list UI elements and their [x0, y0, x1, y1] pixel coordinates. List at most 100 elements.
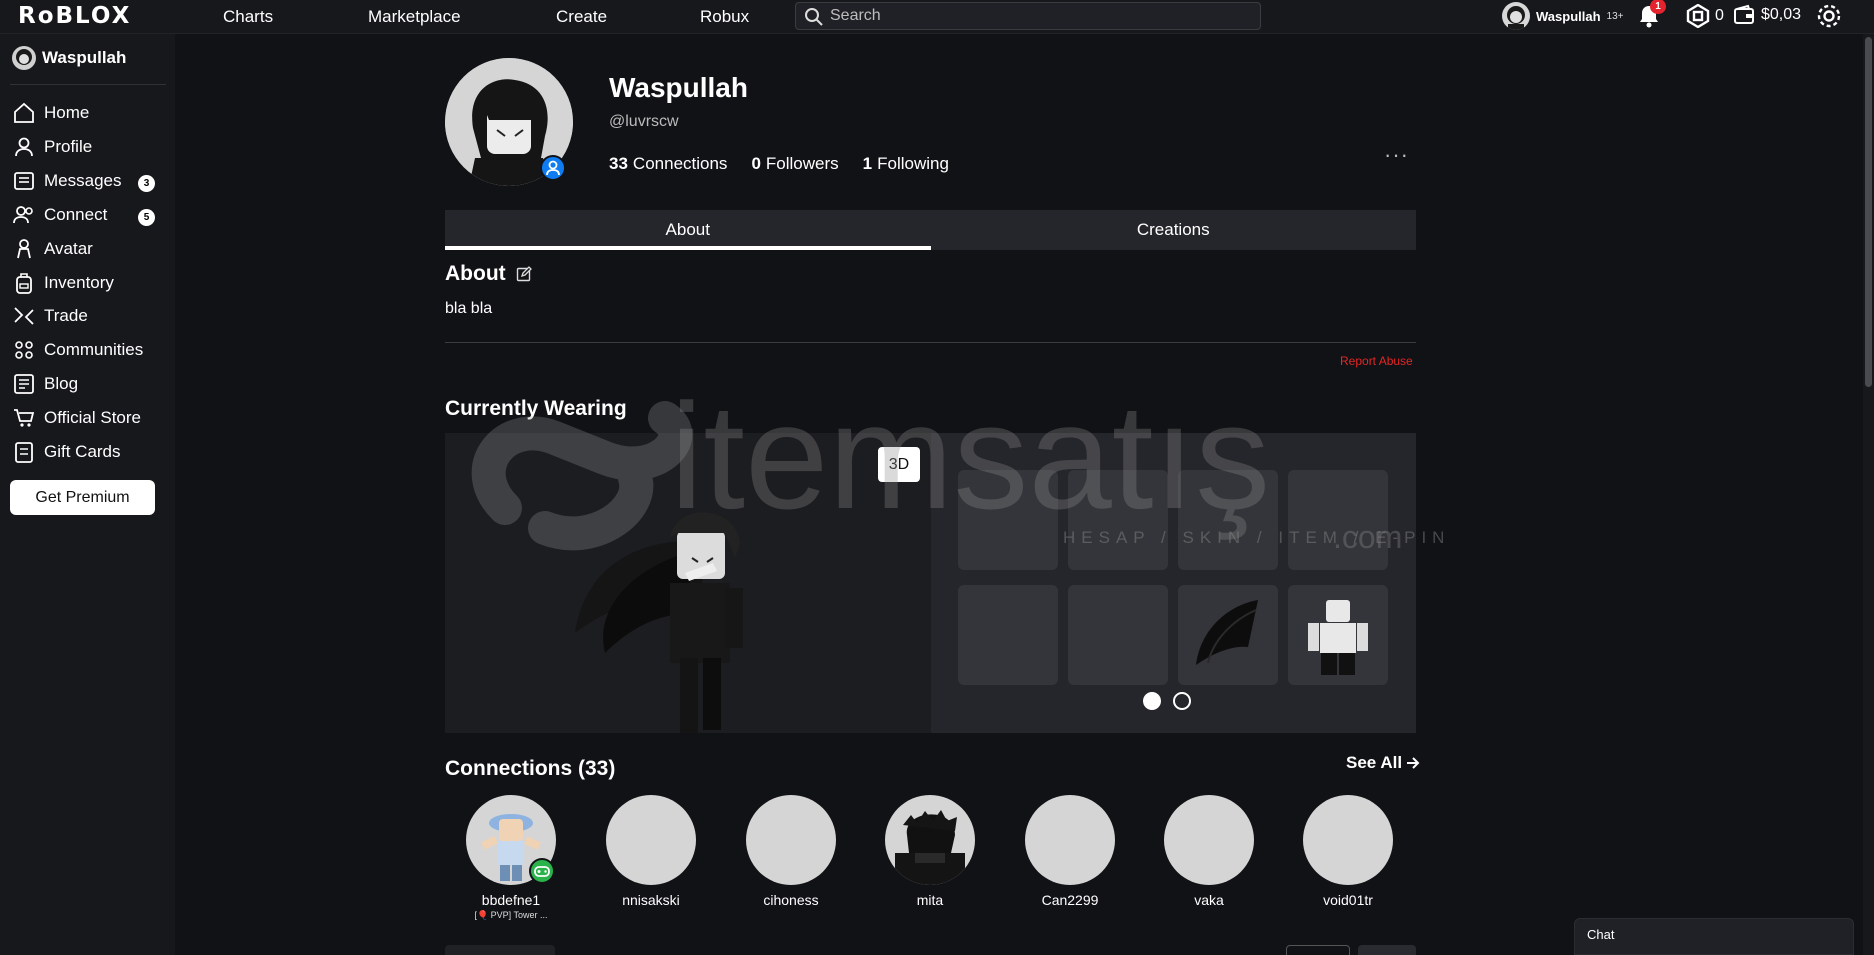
- store-icon: [14, 409, 35, 427]
- page-scrollbar[interactable]: [1863, 34, 1874, 955]
- sidebar-item-gift-cards[interactable]: Gift Cards: [12, 439, 121, 465]
- avatar[interactable]: [1164, 795, 1254, 885]
- edit-icon[interactable]: [516, 266, 532, 282]
- gift-card-icon: [15, 442, 33, 463]
- search-icon: [805, 8, 823, 26]
- tab-about[interactable]: About: [445, 210, 931, 250]
- divider: [445, 342, 1416, 343]
- currently-wearing-heading: Currently Wearing: [445, 397, 627, 420]
- robux-balance[interactable]: 0: [1686, 4, 1724, 28]
- sidebar-item-connect[interactable]: Connect: [12, 202, 107, 228]
- nav-robux[interactable]: Robux: [700, 7, 749, 27]
- followers-stat[interactable]: 0 Followers: [751, 154, 838, 174]
- sidebar-item-avatar[interactable]: Avatar: [12, 236, 93, 262]
- nav-charts[interactable]: Charts: [223, 7, 273, 27]
- connection-item[interactable]: mita: [870, 795, 990, 908]
- avatar[interactable]: [1303, 795, 1393, 885]
- worn-item-slot[interactable]: [958, 470, 1058, 570]
- get-premium-button[interactable]: Get Premium: [10, 480, 155, 515]
- avatar[interactable]: [746, 795, 836, 885]
- sidebar-item-label: Inventory: [44, 273, 114, 292]
- sidebar-item-communities[interactable]: Communities: [12, 337, 143, 363]
- wallet-balance[interactable]: $0,03: [1733, 4, 1801, 26]
- profile-tabs: About Creations: [445, 210, 1416, 250]
- connect-count-badge: 5: [138, 209, 155, 226]
- topbar-user[interactable]: Waspullah 13+: [1502, 1, 1624, 31]
- profile-stats: 33 Connections 0 Followers 1 Following: [609, 154, 949, 174]
- connect-icon: [13, 206, 33, 224]
- home-icon: [14, 102, 34, 123]
- sidebar-item-inventory[interactable]: Inventory: [12, 270, 114, 296]
- next-section-button-partial[interactable]: [1286, 945, 1350, 955]
- toggle-3d-button[interactable]: 3D: [878, 447, 920, 482]
- report-abuse-link[interactable]: Report Abuse: [1340, 354, 1413, 368]
- about-description: bla bla: [445, 300, 493, 317]
- more-options-button[interactable]: ···: [1384, 142, 1409, 168]
- worn-item-slot[interactable]: [1068, 585, 1168, 685]
- connection-activity[interactable]: [🎈 PVP] Tower ...: [451, 910, 571, 921]
- sidebar-item-messages[interactable]: Messages: [12, 168, 121, 194]
- next-section-button-partial[interactable]: [1358, 945, 1416, 955]
- messages-icon: [14, 172, 34, 190]
- avatar-icon: [17, 239, 31, 259]
- sidebar-item-home[interactable]: Home: [12, 100, 89, 126]
- chat-panel[interactable]: Chat: [1574, 918, 1854, 955]
- avatar[interactable]: [885, 795, 975, 885]
- sidebar-item-label: Profile: [44, 137, 93, 156]
- notification-badge: 1: [1650, 0, 1666, 14]
- nav-create[interactable]: Create: [556, 7, 607, 27]
- connection-name: nnisakski: [622, 892, 680, 908]
- connection-item[interactable]: void01tr: [1288, 795, 1408, 908]
- worn-item-body[interactable]: [1288, 585, 1388, 685]
- chat-label: Chat: [1587, 927, 1615, 942]
- connection-item[interactable]: Can2299: [1010, 795, 1130, 908]
- tab-creations[interactable]: Creations: [931, 210, 1417, 250]
- connection-name: cihoness: [763, 892, 819, 908]
- avatar[interactable]: [606, 795, 696, 885]
- worn-items-grid: [931, 433, 1416, 733]
- avatar[interactable]: [12, 46, 36, 70]
- see-all-link[interactable]: See All: [1346, 753, 1420, 773]
- sidebar-item-label: Avatar: [44, 239, 93, 258]
- search-box[interactable]: [795, 2, 1261, 30]
- avatar-3d-view[interactable]: [445, 433, 931, 733]
- sidebar: Waspullah Home Profile Messages 3 Connec…: [0, 34, 175, 955]
- sidebar-item-label: Communities: [44, 340, 144, 359]
- worn-item-slot[interactable]: [958, 585, 1058, 685]
- scroll-thumb[interactable]: [1865, 37, 1872, 387]
- currently-wearing-panel: 3D: [445, 433, 1416, 733]
- connection-item[interactable]: bbdefne1 [🎈 PVP] Tower ...: [451, 795, 571, 921]
- connection-item[interactable]: vaka: [1149, 795, 1269, 908]
- carousel-dot-active[interactable]: [1143, 692, 1161, 710]
- nav-marketplace[interactable]: Marketplace: [368, 7, 461, 27]
- blog-icon: [14, 374, 34, 394]
- avatar[interactable]: [1025, 795, 1115, 885]
- sidebar-item-label: Connect: [44, 205, 108, 224]
- connections-stat[interactable]: 33 Connections: [609, 154, 727, 174]
- worn-item-slot[interactable]: [1178, 470, 1278, 570]
- worn-item-wings[interactable]: [1178, 585, 1278, 685]
- profile-display-name: Waspullah: [609, 72, 748, 103]
- worn-item-slot[interactable]: [1068, 470, 1168, 570]
- connection-item[interactable]: nnisakski: [591, 795, 711, 908]
- connection-item[interactable]: cihoness: [731, 795, 851, 908]
- sidebar-item-trade[interactable]: Trade: [12, 303, 88, 329]
- carousel-dot[interactable]: [1173, 692, 1191, 710]
- sidebar-item-blog[interactable]: Blog: [12, 371, 78, 397]
- sidebar-item-profile[interactable]: Profile: [12, 134, 92, 160]
- worn-item-slot[interactable]: [1288, 470, 1388, 570]
- search-input[interactable]: [830, 6, 1250, 26]
- connection-name: Can2299: [1041, 892, 1099, 908]
- following-stat[interactable]: 1 Following: [863, 154, 949, 174]
- avatar[interactable]: [1502, 2, 1530, 30]
- sidebar-item-official-store[interactable]: Official Store: [12, 405, 141, 431]
- roblox-logo[interactable]: RᴏBLOX: [18, 3, 131, 29]
- top-bar: RᴏBLOX Charts Marketplace Create Robux W…: [0, 0, 1874, 34]
- gear-icon[interactable]: [1815, 2, 1843, 30]
- profile-icon: [15, 137, 33, 157]
- sidebar-user[interactable]: Waspullah: [12, 46, 126, 70]
- messages-count-badge: 3: [138, 175, 155, 192]
- communities-icon: [15, 341, 33, 359]
- topbar-username: Waspullah: [1536, 8, 1601, 24]
- robux-icon: [1686, 4, 1710, 28]
